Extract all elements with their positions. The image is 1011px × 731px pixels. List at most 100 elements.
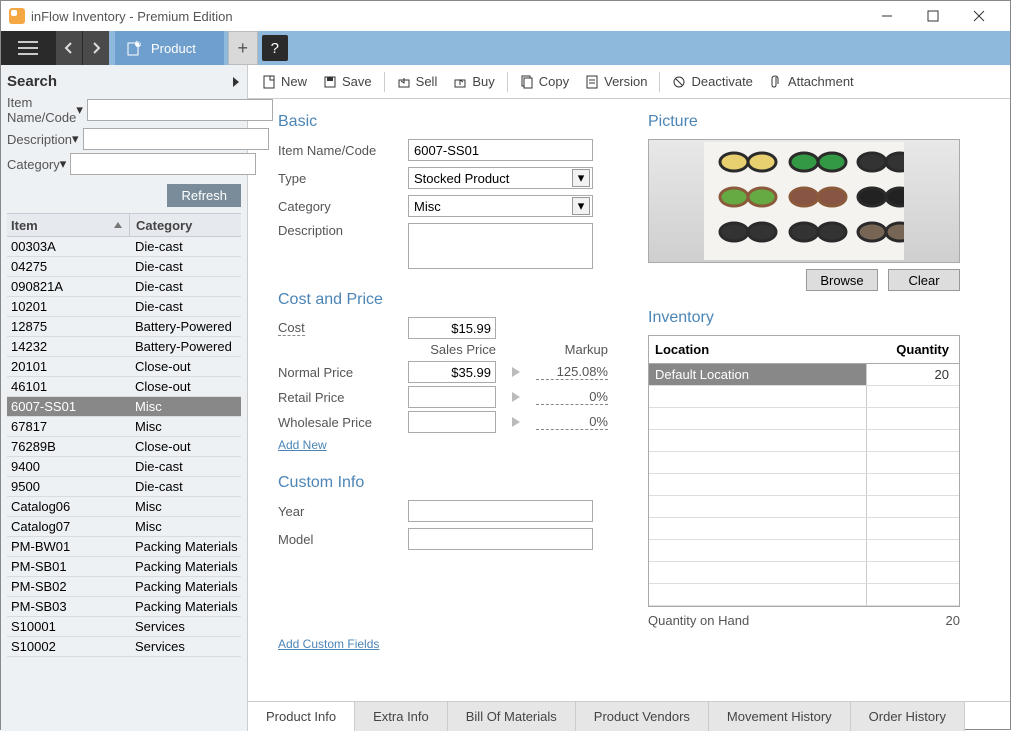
add-new-price-link[interactable]: Add New — [278, 438, 327, 452]
table-row[interactable]: 9400Die-cast — [7, 457, 241, 477]
table-row[interactable]: Catalog07Misc — [7, 517, 241, 537]
category-select[interactable]: Misc▾ — [408, 195, 593, 217]
year-input[interactable] — [408, 500, 593, 522]
inventory-row[interactable]: Default Location20 — [649, 364, 959, 386]
inventory-row-empty[interactable] — [649, 430, 959, 452]
table-row[interactable]: PM-SB03Packing Materials — [7, 597, 241, 617]
maximize-button[interactable] — [910, 2, 956, 30]
cost-input[interactable] — [408, 317, 496, 339]
copy-button[interactable]: Copy — [512, 65, 577, 98]
inventory-row-empty[interactable] — [649, 584, 959, 606]
search-category-input[interactable] — [70, 153, 256, 175]
table-row[interactable]: 04275Die-cast — [7, 257, 241, 277]
table-row[interactable]: 10201Die-cast — [7, 297, 241, 317]
grid-header-category[interactable]: Category — [129, 214, 241, 236]
description-input[interactable] — [408, 223, 593, 269]
sort-asc-icon[interactable] — [113, 220, 123, 230]
search-itemname-label: Item Name/Code — [7, 95, 76, 125]
section-custom-title: Custom Info — [278, 474, 608, 492]
minimize-button[interactable] — [864, 2, 910, 30]
add-tab-button[interactable]: + — [228, 31, 258, 65]
menu-button[interactable] — [1, 31, 55, 65]
table-row[interactable]: 00303ADie-cast — [7, 237, 241, 257]
version-button[interactable]: Version — [577, 65, 655, 98]
tab-product-info[interactable]: Product Info — [248, 702, 355, 731]
model-input[interactable] — [408, 528, 593, 550]
tab-order-history[interactable]: Order History — [851, 702, 965, 731]
table-row[interactable]: S10002Services — [7, 637, 241, 657]
tab-movement-history[interactable]: Movement History — [709, 702, 851, 731]
deactivate-button[interactable]: Deactivate — [664, 65, 760, 98]
collapse-icon[interactable] — [231, 76, 241, 88]
inventory-row-empty[interactable] — [649, 518, 959, 540]
table-row[interactable]: 12875Battery-Powered — [7, 317, 241, 337]
normalprice-input[interactable] — [408, 361, 496, 383]
tab-product-vendors[interactable]: Product Vendors — [576, 702, 709, 731]
product-picture[interactable] — [648, 139, 960, 263]
play-icon[interactable] — [496, 366, 536, 378]
add-custom-fields-link[interactable]: Add Custom Fields — [278, 637, 379, 651]
window-title: inFlow Inventory - Premium Edition — [31, 9, 864, 24]
search-description-label: Description — [7, 132, 72, 147]
refresh-button[interactable]: Refresh — [167, 184, 241, 207]
buy-icon — [453, 75, 467, 89]
type-select[interactable]: Stocked Product▾ — [408, 167, 593, 189]
table-row[interactable]: PM-SB02Packing Materials — [7, 577, 241, 597]
inventory-row-empty[interactable] — [649, 452, 959, 474]
retailprice-input[interactable] — [408, 386, 496, 408]
new-button[interactable]: New — [254, 65, 315, 98]
nav-forward-button[interactable] — [83, 31, 109, 65]
inventory-row-empty[interactable] — [649, 562, 959, 584]
qoh-label: Quantity on Hand — [648, 613, 946, 628]
table-row[interactable]: PM-BW01Packing Materials — [7, 537, 241, 557]
table-row[interactable]: 14232Battery-Powered — [7, 337, 241, 357]
table-row[interactable]: 090821ADie-cast — [7, 277, 241, 297]
table-row[interactable]: Catalog06Misc — [7, 497, 241, 517]
inv-header-quantity[interactable]: Quantity — [867, 342, 959, 357]
grid-header-item[interactable]: Item — [11, 218, 38, 233]
tab-product-label: Product — [151, 41, 196, 56]
buy-button[interactable]: Buy — [445, 65, 502, 98]
table-row[interactable]: S10001Services — [7, 617, 241, 637]
search-description-input[interactable] — [83, 128, 269, 150]
table-row[interactable]: 46101Close-out — [7, 377, 241, 397]
table-row[interactable]: 20101Close-out — [7, 357, 241, 377]
svg-text:+: + — [136, 40, 142, 49]
inventory-table: Location Quantity Default Location20 — [648, 335, 960, 607]
attachment-button[interactable]: Attachment — [761, 65, 862, 98]
help-button[interactable]: ? — [262, 35, 288, 61]
search-itemname-input[interactable] — [87, 99, 273, 121]
inventory-row-empty[interactable] — [649, 540, 959, 562]
clear-button[interactable]: Clear — [888, 269, 960, 291]
table-row[interactable]: 67817Misc — [7, 417, 241, 437]
inventory-row-empty[interactable] — [649, 496, 959, 518]
dropdown-icon[interactable]: ▾ — [72, 131, 79, 147]
inv-header-location[interactable]: Location — [649, 342, 867, 357]
table-row[interactable]: 6007-SS01Misc — [7, 397, 241, 417]
inventory-row-empty[interactable] — [649, 386, 959, 408]
wholesaleprice-input[interactable] — [408, 411, 496, 433]
dropdown-icon[interactable]: ▾ — [76, 102, 83, 118]
play-icon[interactable] — [496, 391, 536, 403]
nav-back-button[interactable] — [56, 31, 82, 65]
inventory-row-empty[interactable] — [649, 408, 959, 430]
close-button[interactable] — [956, 2, 1002, 30]
table-row[interactable]: PM-SB01Packing Materials — [7, 557, 241, 577]
tab-extra-info[interactable]: Extra Info — [355, 702, 448, 731]
normal-markup[interactable]: 125.08% — [536, 364, 608, 380]
tab-product[interactable]: + Product — [115, 31, 224, 65]
itemname-input[interactable] — [408, 139, 593, 161]
table-row[interactable]: 76289BClose-out — [7, 437, 241, 457]
dropdown-icon[interactable]: ▾ — [60, 156, 67, 172]
inventory-row-empty[interactable] — [649, 474, 959, 496]
window-titlebar: inFlow Inventory - Premium Edition — [1, 1, 1010, 31]
browse-button[interactable]: Browse — [806, 269, 878, 291]
play-icon[interactable] — [496, 416, 536, 428]
wholesale-markup[interactable]: 0% — [536, 414, 608, 430]
section-basic-title: Basic — [278, 113, 608, 131]
tab-bom[interactable]: Bill Of Materials — [448, 702, 576, 731]
sell-button[interactable]: Sell — [389, 65, 446, 98]
save-button[interactable]: Save — [315, 65, 380, 98]
retail-markup[interactable]: 0% — [536, 389, 608, 405]
table-row[interactable]: 9500Die-cast — [7, 477, 241, 497]
